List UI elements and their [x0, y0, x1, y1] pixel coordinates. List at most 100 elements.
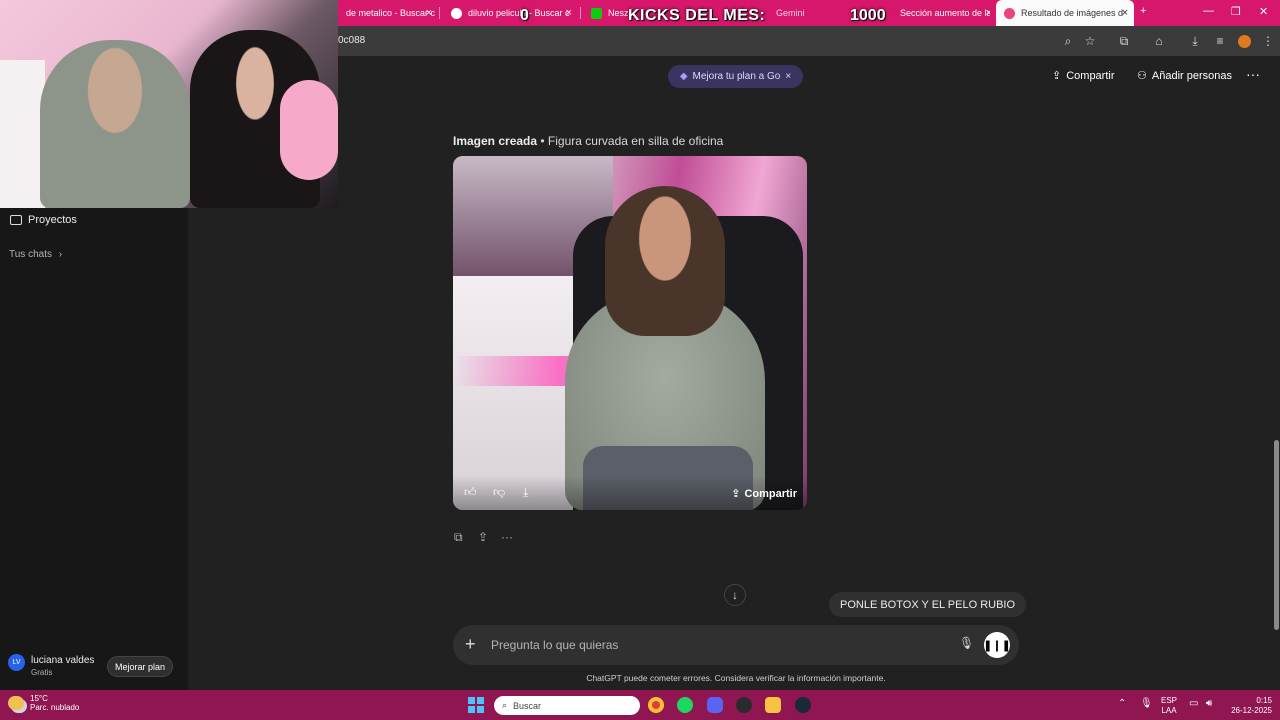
zoom-icon[interactable]: ⌕ — [1060, 33, 1076, 49]
scroll-down-button[interactable]: ↓ — [724, 584, 746, 606]
windows-start-icon[interactable] — [468, 697, 484, 713]
download-icon[interactable]: ⤓ — [1187, 33, 1203, 49]
browser-tab-active[interactable]: Resultado de imágenes d × — [996, 0, 1134, 26]
close-icon[interactable]: × — [785, 71, 791, 82]
voice-mode-button[interactable]: ❚❙❚ — [983, 632, 1011, 658]
maximize-icon[interactable]: ❐ — [1231, 5, 1241, 18]
add-people-label: Añadir personas — [1151, 69, 1232, 82]
language-code: ESP — [1161, 696, 1178, 705]
obs-icon[interactable] — [736, 697, 752, 713]
google-icon — [451, 7, 462, 19]
user-account[interactable]: LV luciana valdes Gratis — [8, 654, 94, 677]
weather-widget[interactable]: 15°C Parc. nublado — [8, 694, 79, 712]
browser-tab[interactable]: Sección aumento de labi × — [880, 0, 990, 26]
tab-label: Gemini — [776, 8, 805, 18]
plus-icon[interactable]: + — [465, 634, 476, 655]
image-share-label: Compartir — [744, 487, 797, 500]
sidebar-item-projects[interactable]: Proyectos — [10, 214, 77, 226]
more-options-icon[interactable]: ··· — [501, 530, 513, 544]
weather-cloud-icon — [8, 696, 24, 710]
generated-image[interactable]: 👍︎ 👎︎ ⤓ ⇪ Compartir — [453, 156, 807, 510]
extensions-icon[interactable]: ⧉ — [1116, 33, 1132, 49]
kick-icon — [591, 7, 602, 19]
new-tab-button[interactable]: + — [1140, 5, 1146, 17]
add-people-button[interactable]: ⚇ Añadir personas — [1137, 69, 1232, 83]
folder-icon — [10, 215, 22, 225]
upgrade-plan-button[interactable]: Mejorar plan — [107, 656, 173, 677]
volume-icon[interactable]: 🔊︎ — [1206, 698, 1212, 709]
share-label: Compartir — [1066, 69, 1115, 82]
browser-tab[interactable]: Neszv — [583, 0, 628, 26]
webcam-overlay — [0, 0, 338, 208]
clock-time: 0:15 — [1256, 696, 1272, 705]
browser-tab[interactable]: Gemini — [768, 0, 840, 26]
close-icon[interactable]: × — [1122, 7, 1128, 19]
kicks-overlay-title: KICKS DEL MES: — [628, 7, 766, 24]
clock-date: 26-12-2025 — [1231, 706, 1272, 715]
avatar: LV — [8, 654, 25, 671]
disclaimer-text: ChatGPT puede cometer errores. Considera… — [586, 673, 886, 683]
share-icon[interactable]: ⇪ — [478, 530, 488, 544]
copy-icon[interactable]: ⧉ — [454, 530, 463, 545]
weather-description: Parc. nublado — [30, 703, 80, 712]
google-icon — [1004, 7, 1015, 19]
profile-avatar-icon[interactable] — [1236, 33, 1252, 49]
add-person-icon: ⚇ — [1137, 70, 1147, 82]
share-button[interactable]: ⇪ Compartir — [1052, 69, 1115, 83]
close-icon[interactable]: × — [986, 7, 990, 19]
spotify-icon[interactable] — [677, 697, 693, 713]
thumbs-up-icon[interactable]: 👍︎ — [464, 485, 477, 500]
kicks-counter-goal: 1000 — [850, 7, 886, 24]
browser-tab[interactable]: diluvio pelicula - Buscar c × — [443, 0, 578, 26]
more-options-icon[interactable]: ··· — [1246, 66, 1260, 82]
thumbs-down-icon[interactable]: 👎︎ — [493, 485, 505, 500]
share-icon: ⇪ — [731, 488, 741, 500]
scrollbar[interactable] — [1274, 60, 1279, 690]
taskbar-search[interactable]: ⌕ Buscar — [494, 696, 640, 715]
url-text[interactable]: 0c088 — [338, 35, 365, 46]
weather-temperature: 15°C — [30, 694, 48, 703]
user-message-bubble: PONLE BOTOX Y EL PELO RUBIO — [829, 592, 1027, 617]
file-explorer-icon[interactable] — [765, 697, 781, 713]
browser-tab[interactable]: de metalico - Buscar c × — [338, 0, 438, 26]
user-plan: Gratis — [31, 668, 53, 677]
download-icon[interactable]: ⤓ — [523, 485, 528, 500]
window-close-icon[interactable]: ✕ — [1259, 5, 1268, 18]
microphone-icon[interactable]: 🎙︎ — [1140, 698, 1153, 709]
extension-icon[interactable]: ⌂ — [1151, 33, 1167, 49]
tray-chevron-up-icon[interactable]: ⌃ — [1118, 698, 1126, 709]
tab-label: Neszv — [608, 8, 628, 18]
tab-label: Resultado de imágenes d — [1021, 8, 1124, 18]
browser-menu-icon[interactable]: ⋮ — [1260, 33, 1276, 49]
tab-label: Sección aumento de labi — [900, 8, 990, 18]
scrollbar-thumb[interactable] — [1274, 440, 1279, 630]
steam-icon[interactable] — [795, 697, 811, 713]
upgrade-pill-label: Mejora tu plan a Go — [692, 71, 781, 82]
chrome-icon[interactable] — [648, 697, 664, 713]
caption-title: Imagen creada — [453, 134, 538, 148]
network-icon[interactable]: ▭ — [1189, 698, 1198, 709]
input-language[interactable]: ESP LAA — [1161, 696, 1177, 716]
upgrade-go-pill[interactable]: ◆ Mejora tu plan a Go × — [668, 65, 803, 88]
image-share-button[interactable]: ⇪ Compartir — [731, 487, 797, 501]
prompt-input[interactable] — [491, 636, 931, 654]
share-icon: ⇪ — [1052, 70, 1062, 82]
sidebar-section-chats[interactable]: Tus chats › — [9, 249, 62, 260]
discord-icon[interactable] — [707, 697, 723, 713]
user-name: luciana valdes — [31, 655, 95, 666]
tab-divider — [580, 7, 581, 19]
minimize-icon[interactable]: — — [1203, 5, 1214, 17]
close-icon[interactable]: × — [566, 7, 572, 19]
bookmark-star-icon[interactable]: ☆ — [1082, 33, 1098, 49]
sparkle-icon: ◆ — [679, 71, 688, 82]
clock[interactable]: 0:15 26-12-2025 — [1226, 696, 1272, 716]
close-icon[interactable]: × — [426, 7, 432, 19]
tab-label: de metalico - Buscar c — [346, 8, 436, 18]
tab-label: diluvio pelicula - Buscar c — [468, 8, 570, 18]
media-icon[interactable]: ≡ — [1212, 33, 1228, 49]
caption-description: • Figura curvada en silla de oficina — [537, 134, 724, 148]
search-icon: ⌕ — [502, 700, 508, 710]
sidebar-item-label: Proyectos — [28, 214, 77, 226]
taskbar: 15°C Parc. nublado ⌕ Buscar ⌃ 🎙︎ ESP LAA… — [0, 690, 1280, 720]
microphone-icon[interactable]: 🎙︎ — [959, 636, 974, 650]
